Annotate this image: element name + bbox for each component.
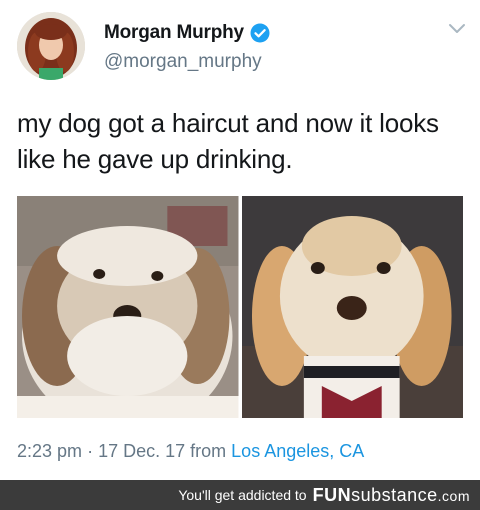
photo-after-haircut[interactable] bbox=[241, 196, 463, 418]
brand-tld: .com bbox=[437, 487, 470, 504]
tweet-metadata: 2:23 pm · 17 Dec. 17 from Los Angeles, C… bbox=[17, 441, 364, 462]
watermark-banner: You'll get addicted to FUNsubstance.com bbox=[0, 480, 480, 510]
from-label: from bbox=[190, 441, 227, 461]
tweet-location[interactable]: Los Angeles, CA bbox=[231, 441, 364, 461]
tweet-text: my dog got a haircut and now it looks li… bbox=[17, 108, 439, 174]
avatar[interactable] bbox=[17, 12, 85, 80]
verified-badge-icon bbox=[250, 23, 270, 43]
author-name-row: Morgan Murphy bbox=[104, 22, 270, 44]
meta-separator: · bbox=[87, 441, 94, 461]
tweet-media[interactable] bbox=[17, 196, 463, 418]
tweet-card: Morgan Murphy @morgan_murphy my dog got … bbox=[0, 0, 480, 480]
display-name[interactable]: Morgan Murphy bbox=[104, 22, 244, 44]
avatar-image bbox=[17, 12, 85, 80]
tweet-time[interactable]: 2:23 pm bbox=[17, 441, 82, 461]
brand-prefix: FUN bbox=[312, 484, 352, 505]
tweet-date[interactable]: 17 Dec. 17 bbox=[98, 441, 185, 461]
banner-tagline: You'll get addicted to bbox=[178, 487, 307, 503]
site-logo[interactable]: FUNsubstance.com bbox=[313, 485, 470, 506]
chevron-down-icon[interactable] bbox=[448, 22, 466, 36]
user-handle[interactable]: @morgan_murphy bbox=[104, 51, 262, 73]
photo-before-haircut[interactable] bbox=[17, 196, 239, 418]
brand-suffix: substance bbox=[351, 484, 438, 505]
